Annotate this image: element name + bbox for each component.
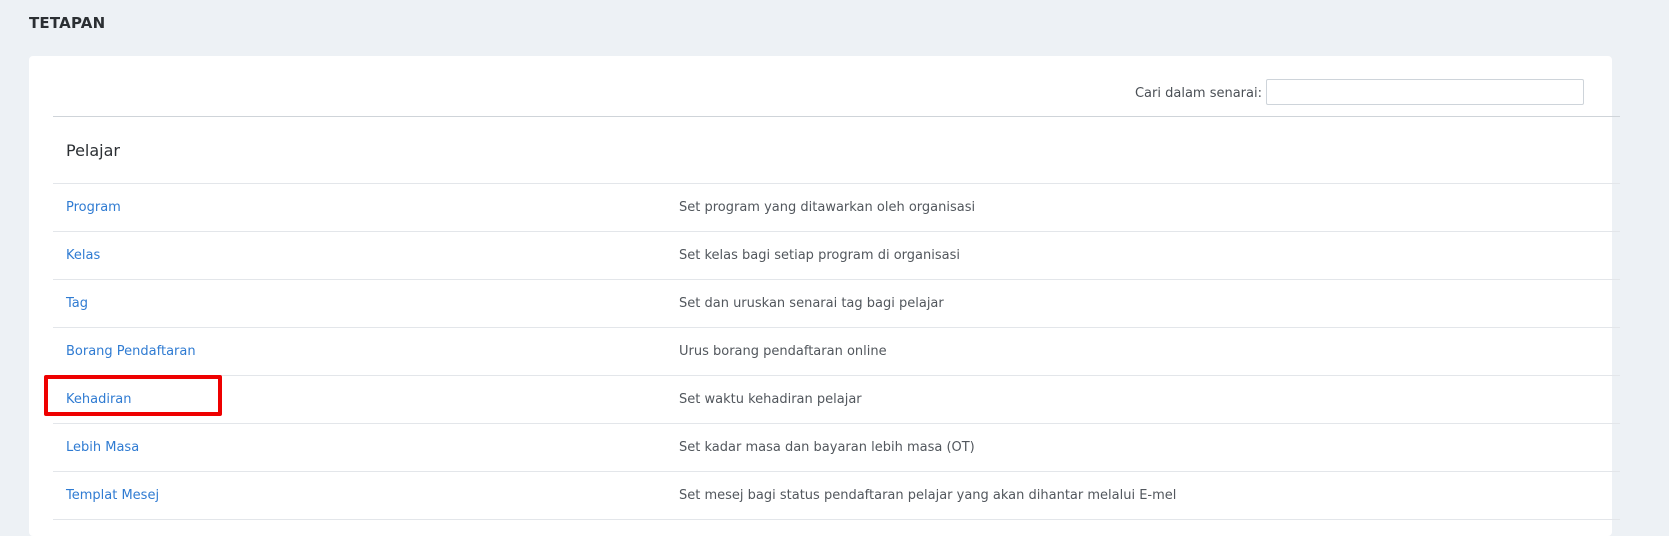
search-input[interactable] bbox=[1266, 79, 1584, 105]
setting-description: Set kadar masa dan bayaran lebih masa (O… bbox=[679, 423, 1620, 472]
setting-link-lebih-masa[interactable]: Lebih Masa bbox=[66, 440, 139, 455]
setting-link-tag[interactable]: Tag bbox=[66, 296, 88, 311]
table-row: Kehadiran Set waktu kehadiran pelajar bbox=[53, 375, 1620, 424]
setting-link-kelas[interactable]: Kelas bbox=[66, 248, 100, 263]
setting-description: Set waktu kehadiran pelajar bbox=[679, 375, 1620, 424]
table-row: Program Set program yang ditawarkan oleh… bbox=[53, 183, 1620, 232]
settings-card: Cari dalam senarai: Pelajar Program Set … bbox=[29, 56, 1620, 536]
settings-table: Pelajar Program Set program yang ditawar… bbox=[53, 116, 1620, 520]
search-label: Cari dalam senarai: bbox=[1134, 86, 1262, 101]
section-header-row: Pelajar bbox=[53, 116, 1620, 184]
setting-description: Set kelas bagi setiap program di organis… bbox=[679, 231, 1620, 280]
table-row: Lebih Masa Set kadar masa dan bayaran le… bbox=[53, 423, 1620, 472]
setting-link-borang-pendaftaran[interactable]: Borang Pendaftaran bbox=[66, 344, 196, 359]
setting-description: Urus borang pendaftaran online bbox=[679, 327, 1620, 376]
table-row: Borang Pendaftaran Urus borang pendaftar… bbox=[53, 327, 1620, 376]
table-row: Tag Set dan uruskan senarai tag bagi pel… bbox=[53, 279, 1620, 328]
setting-description: Set mesej bagi status pendaftaran pelaja… bbox=[679, 471, 1620, 520]
search-bar: Cari dalam senarai: bbox=[29, 56, 1612, 116]
setting-link-kehadiran[interactable]: Kehadiran bbox=[66, 392, 132, 407]
page-title: TETAPAN bbox=[29, 14, 106, 32]
table-row: Templat Mesej Set mesej bagi status pend… bbox=[53, 471, 1620, 520]
setting-description: Set program yang ditawarkan oleh organis… bbox=[679, 183, 1620, 232]
setting-description: Set dan uruskan senarai tag bagi pelajar bbox=[679, 279, 1620, 328]
setting-link-templat-mesej[interactable]: Templat Mesej bbox=[66, 488, 159, 503]
table-row: Kelas Set kelas bagi setiap program di o… bbox=[53, 231, 1620, 280]
setting-link-program[interactable]: Program bbox=[66, 200, 121, 215]
section-header: Pelajar bbox=[53, 116, 1620, 184]
